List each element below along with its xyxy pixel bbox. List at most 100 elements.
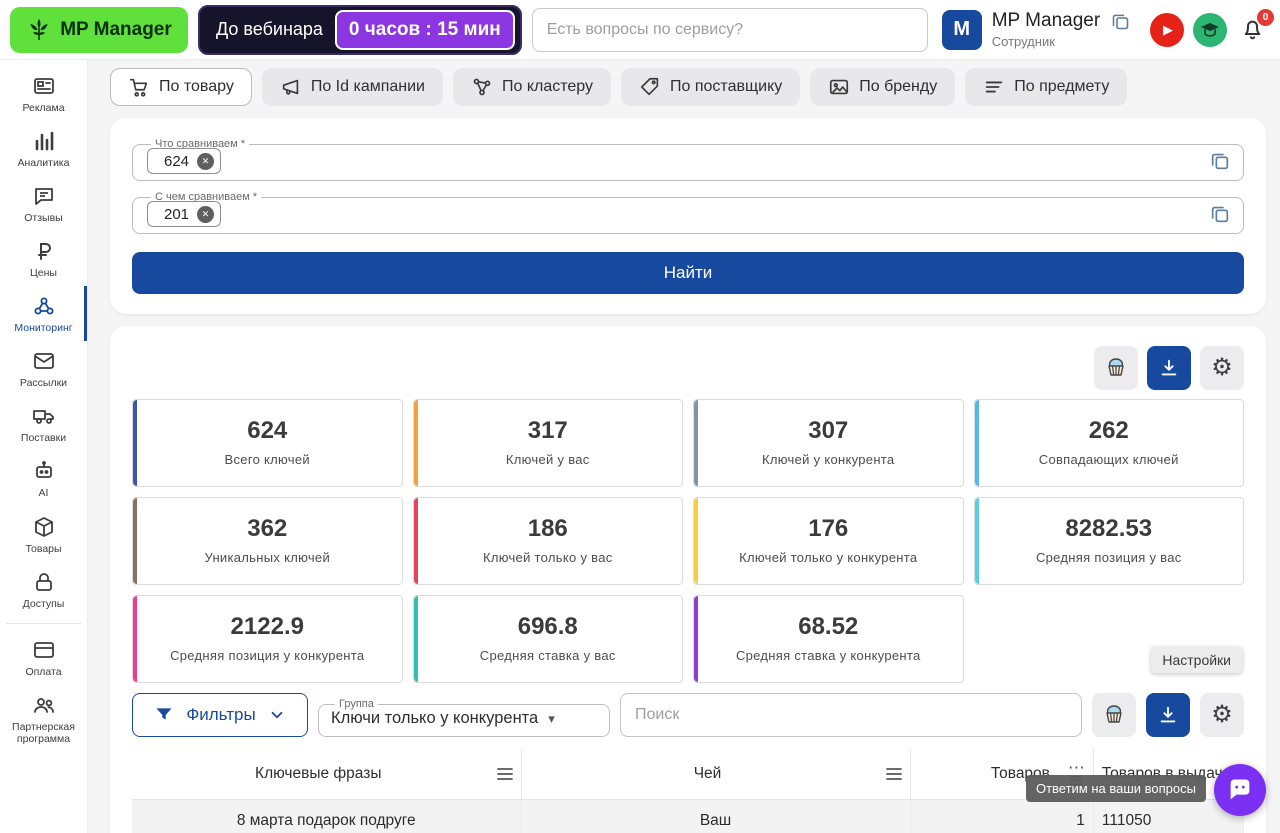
stat-total-keys: 624Всего ключей (132, 399, 403, 487)
notifications-bell-icon[interactable]: 0 (1236, 13, 1268, 47)
with-compare-field[interactable]: С чем сравниваем * 201 ✕ (132, 191, 1244, 234)
sidebar-item-payment[interactable]: Оплата (0, 630, 87, 685)
settings-button[interactable]: ⚙ (1200, 693, 1244, 737)
cupcake-button[interactable] (1094, 346, 1138, 390)
stat-competitor-keys: 307Ключей у конкурента (693, 399, 964, 487)
sidebar-divider (6, 623, 81, 624)
sidebar-item-ai[interactable]: AI (0, 451, 87, 506)
more-options-icon[interactable]: ⋯ (1068, 762, 1085, 774)
stat-your-keys: 317Ключей у вас (413, 399, 684, 487)
sidebar: Реклама Аналитика Отзывы Цены Мониторинг… (0, 60, 88, 833)
graduation-cap-icon (1200, 21, 1220, 39)
filter-row: Настройки Фильтры Группа Ключи только у … (132, 693, 1244, 737)
filters-button[interactable]: Фильтры (132, 693, 308, 737)
sidebar-item-ads[interactable]: Реклама (0, 66, 87, 121)
notifications-badge: 0 (1257, 9, 1274, 26)
webinar-label: До вебинара (216, 19, 323, 40)
mail-icon (32, 349, 56, 373)
chevron-down-icon (268, 706, 286, 724)
stat-avg-position-competitor: 2122.9Средняя позиция у конкурента (132, 595, 403, 683)
cell-whose: Ваш (521, 799, 910, 833)
download-icon (1158, 357, 1180, 379)
results-toolbar: ⚙ (132, 346, 1244, 390)
find-button[interactable]: Найти (132, 252, 1244, 294)
ads-icon (32, 74, 56, 98)
cupcake-icon (1102, 703, 1126, 727)
copy-icon[interactable] (1209, 150, 1231, 172)
download-button[interactable] (1147, 346, 1191, 390)
avatar: M (942, 10, 982, 50)
chip-remove-icon[interactable]: ✕ (197, 206, 214, 223)
with-compare-chip[interactable]: 201 ✕ (147, 201, 221, 227)
compare-form-card: Что сравниваем * 624 ✕ С чем сравниваем … (110, 118, 1266, 314)
group-select-value: Ключи только у конкурента (331, 709, 538, 728)
sidebar-item-mailings[interactable]: Рассылки (0, 341, 87, 396)
select-caret-icon: ▾ (548, 711, 555, 727)
table-row: 8 марта подарок подруге Ваш 1 111050 (132, 799, 1244, 833)
what-compare-field[interactable]: Что сравниваем * 624 ✕ (132, 138, 1244, 181)
stat-avg-bid-competitor: 68.52Средняя ставка у конкурента (693, 595, 964, 683)
stat-avg-position-yours: 8282.53Средняя позиция у вас (974, 497, 1245, 585)
stat-unique-keys: 362Уникальных ключей (132, 497, 403, 585)
cart-icon (128, 76, 150, 98)
service-question-input[interactable] (532, 8, 928, 52)
cupcake-icon (1104, 356, 1128, 380)
cluster-icon (471, 76, 493, 98)
copy-icon[interactable] (1110, 11, 1131, 32)
account-menu[interactable]: M MP Manager Сотрудник (942, 10, 1131, 50)
main-content: По товару По Id кампании По кластеру По … (88, 60, 1280, 833)
tab-by-product[interactable]: По товару (110, 68, 252, 106)
cell-products: 1 (910, 799, 1093, 833)
download-icon (1157, 704, 1179, 726)
tab-by-supplier[interactable]: По поставщику (621, 68, 800, 106)
chip-remove-icon[interactable]: ✕ (197, 153, 214, 170)
logo-icon (26, 17, 52, 43)
sidebar-item-monitoring[interactable]: Мониторинг (0, 286, 87, 341)
copy-icon[interactable] (1209, 203, 1231, 225)
tab-by-subject[interactable]: По предмету (965, 68, 1127, 106)
sidebar-item-prices[interactable]: Цены (0, 231, 87, 286)
chat-bubble-icon (1226, 776, 1254, 804)
monitoring-icon (32, 294, 56, 318)
group-select[interactable]: Группа Ключи только у конкурента ▾ (318, 698, 610, 737)
tab-by-cluster[interactable]: По кластеру (453, 68, 611, 106)
column-menu-icon[interactable] (497, 767, 513, 781)
stat-matching-keys: 262Совпадающих ключей (974, 399, 1245, 487)
webinar-banner[interactable]: До вебинара 0 часов : 15 мин (198, 5, 522, 55)
what-compare-chip[interactable]: 624 ✕ (147, 148, 221, 174)
cupcake-button[interactable] (1092, 693, 1136, 737)
tab-by-brand[interactable]: По бренду (810, 68, 955, 106)
compare-mode-tabs: По товару По Id кампании По кластеру По … (110, 68, 1266, 106)
sidebar-item-products[interactable]: Товары (0, 507, 87, 562)
cell-keyword: 8 марта подарок подруге (132, 799, 521, 833)
sidebar-item-partner-program[interactable]: Партнерская программа (0, 685, 87, 752)
app-logo[interactable]: MP Manager (10, 7, 188, 53)
video-channel-icon[interactable]: ▶ (1150, 13, 1184, 47)
table-search-input[interactable] (620, 693, 1082, 737)
stat-only-your-keys: 186Ключей только у вас (413, 497, 684, 585)
sidebar-item-supplies[interactable]: Поставки (0, 396, 87, 451)
sidebar-item-access[interactable]: Доступы (0, 562, 87, 617)
settings-button[interactable]: ⚙ (1200, 346, 1244, 390)
robot-icon (32, 459, 56, 483)
stats-grid: 624Всего ключей 317Ключей у вас 307Ключе… (132, 399, 1244, 683)
chat-icon (32, 184, 56, 208)
results-card: ⚙ 624Всего ключей 317Ключей у вас 307Клю… (110, 326, 1266, 833)
webinar-timer: 0 часов : 15 мин (335, 10, 515, 50)
top-bar: MP Manager До вебинара 0 часов : 15 мин … (0, 0, 1280, 60)
column-menu-icon[interactable] (886, 767, 902, 781)
chat-button[interactable] (1214, 764, 1266, 816)
column-header-whose: Чей (530, 765, 886, 783)
sidebar-item-analytics[interactable]: Аналитика (0, 121, 87, 176)
image-icon (828, 76, 850, 98)
download-button[interactable] (1146, 693, 1190, 737)
account-name: MP Manager (992, 10, 1100, 32)
education-icon[interactable] (1193, 13, 1227, 47)
ruble-icon (32, 239, 56, 263)
logo-text: MP Manager (60, 19, 172, 41)
card-icon (32, 638, 56, 662)
sidebar-item-reviews[interactable]: Отзывы (0, 176, 87, 231)
tab-by-campaign-id[interactable]: По Id кампании (262, 68, 443, 106)
top-icons: ▶ 0 (1150, 13, 1270, 47)
megaphone-icon (280, 76, 302, 98)
